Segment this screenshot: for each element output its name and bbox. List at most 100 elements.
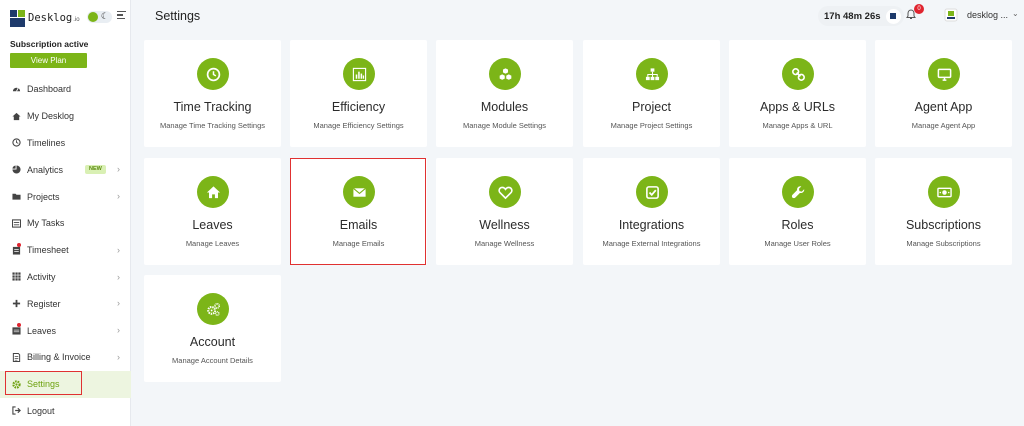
sidebar-item-label: My Desklog (27, 111, 75, 122)
card-leaves[interactable]: Leaves Manage Leaves (144, 158, 281, 265)
home-icon (11, 111, 21, 121)
card-title: Apps & URLs (759, 100, 836, 114)
card-efficiency[interactable]: Efficiency Manage Efficiency Settings (290, 40, 427, 147)
sidebar-item-label: Dashboard (27, 84, 72, 95)
sidebar-item-register[interactable]: Register › (0, 290, 131, 317)
sidebar-item-timelines[interactable]: Timelines (0, 130, 131, 157)
subscription-status: Subscription active (10, 39, 89, 49)
chevron-right-icon: › (117, 164, 120, 175)
card-title: Agent App (914, 100, 973, 114)
sidebar-item-label: Leaves (27, 325, 57, 336)
plus-icon (11, 299, 21, 309)
card-subtitle: Manage Leaves (185, 239, 240, 248)
card-subtitle: Manage User Roles (764, 239, 831, 248)
notification-dot (17, 242, 21, 247)
card-agent-app[interactable]: Agent App Manage Agent App (875, 40, 1012, 147)
card-subtitle: Manage Agent App (911, 121, 976, 130)
sidebar-item-billing-invoice[interactable]: Billing & Invoice › (0, 344, 131, 371)
card-wellness[interactable]: Wellness Manage Wellness (436, 158, 573, 265)
gears-icon (197, 293, 229, 325)
timer-value: 17h 48m 26s (824, 10, 881, 22)
card-subtitle: Manage Account Details (172, 356, 253, 365)
card-project[interactable]: Project Manage Project Settings (583, 40, 720, 147)
sidebar-item-leaves[interactable]: Leaves › (0, 317, 131, 344)
card-integrations[interactable]: Integrations Manage External Integration… (583, 158, 720, 265)
chevron-right-icon: › (117, 191, 120, 202)
sidebar-item-timesheet[interactable]: Timesheet › (0, 237, 131, 264)
card-subtitle: Manage Wellness (474, 239, 535, 248)
stop-timer-button[interactable] (885, 8, 901, 24)
card-subtitle: Manage Emails (332, 239, 385, 248)
card-title: Emails (339, 218, 378, 232)
cubes-icon (489, 58, 521, 90)
chevron-right-icon: › (117, 244, 120, 255)
work-timer: 17h 48m 26s (818, 6, 904, 26)
sidebar-item-label: Logout (27, 405, 55, 416)
chevron-down-icon[interactable]: ⌄ (1012, 9, 1019, 18)
settings-highlight-box (5, 371, 82, 395)
sidebar: Desklog .io ☾ Subscription active View P… (0, 0, 131, 426)
avatar[interactable] (944, 8, 958, 22)
pie-chart-icon (11, 165, 21, 175)
dashboard-icon (11, 84, 21, 94)
toggle-knob (88, 12, 98, 22)
chevron-right-icon: › (117, 325, 120, 336)
user-name[interactable]: desklog ... (967, 10, 1008, 20)
card-apps-urls[interactable]: Apps & URLs Manage Apps & URL (729, 40, 866, 147)
card-title: Subscriptions (905, 218, 982, 232)
card-title: Leaves (192, 218, 233, 232)
view-plan-button[interactable]: View Plan (10, 53, 87, 68)
card-subtitle: Manage Project Settings (610, 121, 693, 130)
calendar-icon (11, 326, 21, 336)
card-subtitle: Manage External Integrations (602, 239, 701, 248)
sidebar-item-label: Projects (27, 191, 60, 202)
sidebar-item-label: Timesheet (27, 245, 69, 256)
desklog-logo-icon (10, 9, 25, 27)
page-title: Settings (155, 9, 201, 23)
card-subtitle: Manage Apps & URL (762, 121, 833, 130)
sidebar-item-label: Analytics (27, 164, 64, 175)
check-square-icon (636, 176, 668, 208)
sidebar-item-label: Billing & Invoice (27, 352, 91, 363)
monitor-icon (928, 58, 960, 90)
stop-icon (890, 13, 897, 19)
sidebar-item-my-desklog[interactable]: My Desklog (0, 103, 131, 130)
card-title: Account (189, 335, 236, 349)
new-badge: NEW (85, 165, 106, 175)
card-emails[interactable]: Emails Manage Emails (290, 158, 427, 265)
sidebar-item-logout[interactable]: Logout (0, 398, 131, 425)
brand-suffix: .io (73, 17, 80, 23)
brand-logo[interactable]: Desklog .io (10, 7, 80, 29)
sidebar-item-label: My Tasks (27, 218, 65, 229)
card-modules[interactable]: Modules Manage Module Settings (436, 40, 573, 147)
card-title: Integrations (618, 218, 685, 232)
card-time-tracking[interactable]: Time Tracking Manage Time Tracking Setti… (144, 40, 281, 147)
card-account[interactable]: Account Manage Account Details (144, 275, 281, 382)
tasks-icon (11, 218, 21, 228)
folder-icon (11, 192, 21, 202)
theme-toggle[interactable]: ☾ (87, 11, 112, 23)
sidebar-item-dashboard[interactable]: Dashboard (0, 76, 131, 103)
sidebar-item-activity[interactable]: Activity › (0, 264, 131, 291)
heart-icon (489, 176, 521, 208)
moon-icon: ☾ (100, 11, 109, 21)
card-roles[interactable]: Roles Manage User Roles (729, 158, 866, 265)
card-subscriptions[interactable]: Subscriptions Manage Subscriptions (875, 158, 1012, 265)
clock-icon (197, 58, 229, 90)
invoice-icon (11, 352, 21, 362)
sitemap-icon (636, 58, 668, 90)
sidebar-item-label: Activity (27, 271, 56, 282)
card-title: Efficiency (331, 100, 386, 114)
card-subtitle: Manage Efficiency Settings (313, 121, 404, 130)
card-subtitle: Manage Module Settings (463, 121, 546, 130)
chevron-right-icon: › (117, 351, 120, 362)
sidebar-item-analytics[interactable]: Analytics NEW › (0, 156, 131, 183)
card-subtitle: Manage Time Tracking Settings (159, 121, 266, 130)
sidebar-item-my-tasks[interactable]: My Tasks (0, 210, 131, 237)
brand-name: Desklog (28, 12, 73, 24)
wrench-icon (782, 176, 814, 208)
chevron-right-icon: › (117, 298, 120, 309)
menu-collapse-icon[interactable] (117, 11, 126, 21)
bar-chart-icon (343, 58, 375, 90)
sidebar-item-projects[interactable]: Projects › (0, 183, 131, 210)
